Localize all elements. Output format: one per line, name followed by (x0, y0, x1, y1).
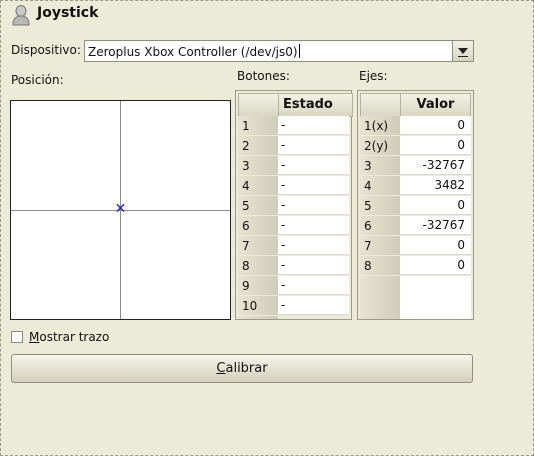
axis-row[interactable]: 1(x) 0 (360, 116, 471, 136)
button-row-value: - (278, 156, 349, 175)
button-row-header: 6 (238, 216, 278, 236)
joystick-icon (12, 5, 30, 26)
axes-label: Ejes: (359, 69, 388, 83)
button-row[interactable]: 10- (238, 296, 349, 316)
axis-row-header: 2(y) (360, 136, 400, 156)
device-dropdown-button[interactable] (452, 41, 473, 61)
show-trace-checkbox[interactable] (11, 331, 23, 343)
button-row-value: - (278, 216, 349, 235)
device-value: Zeroplus Xbox Controller (/dev/js0) (88, 45, 298, 59)
axis-row-value: 0 (400, 196, 471, 215)
buttons-label: Botones: (237, 69, 290, 83)
axis-row[interactable]: 4 3482 (360, 176, 471, 196)
button-row-header: 3 (238, 156, 278, 176)
window-title: Joystick (37, 5, 99, 21)
button-row[interactable]: 8- (238, 256, 349, 276)
button-row-value: - (278, 256, 349, 275)
axis-row-value: 3482 (400, 176, 471, 195)
button-row-header: 10 (238, 296, 278, 316)
button-row-header: 5 (238, 196, 278, 216)
axes-table-corner (360, 93, 402, 117)
axes-table: Valor 1(x) 0 2(y) 0 3 -32767 4 3482 5 0 6 -32767 7 0 8… (357, 90, 474, 320)
button-row-header: 4 (238, 176, 278, 196)
axis-row[interactable]: 70 (360, 236, 471, 256)
axis-row[interactable]: 2(y) 0 (360, 136, 471, 156)
buttons-table-header[interactable]: Estado (278, 93, 353, 117)
axis-row-value: -32767 (400, 216, 471, 235)
axis-row-value: 0 (400, 116, 471, 135)
axis-row-header: 7 (360, 236, 400, 256)
button-row-value: - (278, 116, 349, 135)
axis-row-header: 4 (360, 176, 400, 196)
button-row-value: - (278, 136, 349, 155)
button-row-value: - (278, 176, 349, 195)
button-row[interactable]: 7- (238, 236, 349, 256)
buttons-table-corner (238, 93, 280, 117)
button-row[interactable]: 9- (238, 276, 349, 296)
position-label: Posición: (11, 73, 64, 87)
position-marker-icon: ✕ (114, 201, 127, 217)
axes-table-filler (400, 276, 471, 319)
button-row-value: - (278, 196, 349, 215)
button-row-value: - (278, 296, 349, 315)
button-row-header: 8 (238, 256, 278, 276)
axis-row[interactable]: 3 -32767 (360, 156, 471, 176)
axis-row-header: 5 (360, 196, 400, 216)
button-row-value: - (278, 276, 349, 295)
axis-row-value: 0 (400, 136, 471, 155)
text-caret (298, 44, 300, 58)
axis-row-value: -32767 (400, 156, 471, 175)
button-row[interactable]: 3- (238, 156, 349, 176)
axis-row-header: 3 (360, 156, 400, 176)
button-row[interactable]: 6- (238, 216, 349, 236)
button-row[interactable]: 1- (238, 116, 349, 136)
button-row[interactable]: 5- (238, 196, 349, 216)
axes-table-header[interactable]: Valor (400, 93, 471, 117)
show-trace-label[interactable]: Mostrar trazo (29, 330, 109, 344)
axis-row-value: 0 (400, 256, 471, 275)
chevron-down-icon (458, 48, 468, 54)
axis-row-header: 8 (360, 256, 400, 276)
axis-row-value: 0 (400, 236, 471, 255)
button-row[interactable]: 2- (238, 136, 349, 156)
buttons-table: Estado 1-2-3-4-5-6-7-8-9-10- (235, 90, 353, 320)
button-row-value: - (278, 236, 349, 255)
axis-row[interactable]: 50 (360, 196, 471, 216)
calibrate-button[interactable]: Calibrar (11, 354, 473, 383)
axis-row[interactable]: 6 -32767 (360, 216, 471, 236)
button-row-header: 2 (238, 136, 278, 156)
axis-row-header: 1(x) (360, 116, 400, 136)
axes-table-filler-header (360, 276, 400, 319)
device-label: Dispositivo: (11, 43, 81, 57)
button-row-header: 9 (238, 276, 278, 296)
device-combobox[interactable]: Zeroplus Xbox Controller (/dev/js0) (84, 40, 474, 62)
button-row[interactable]: 4- (238, 176, 349, 196)
axis-row-header: 6 (360, 216, 400, 236)
button-row-header: 1 (238, 116, 278, 136)
axis-row[interactable]: 80 (360, 256, 471, 276)
button-row-header: 7 (238, 236, 278, 256)
